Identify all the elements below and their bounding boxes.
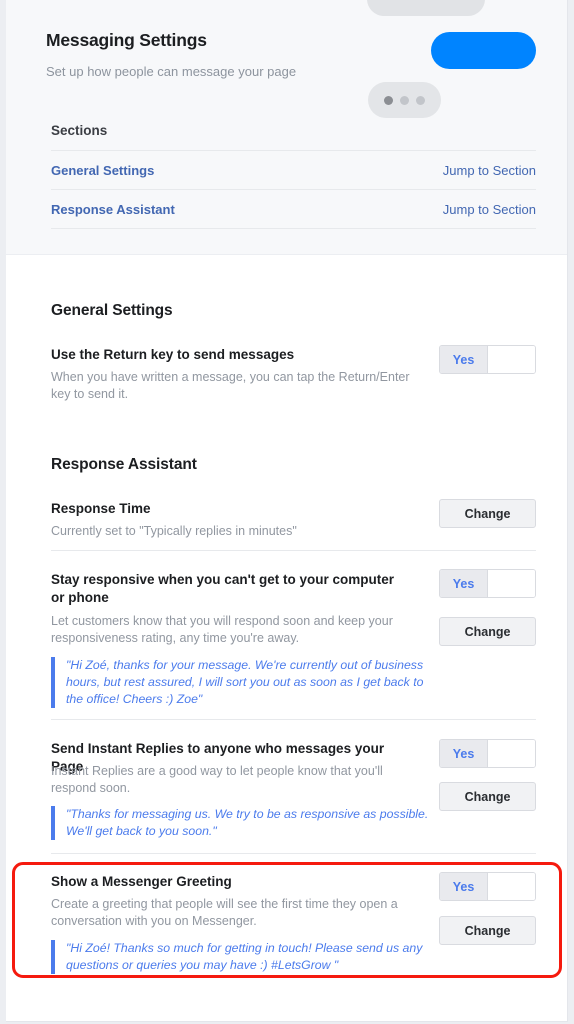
toggle-yes-label[interactable]: Yes bbox=[440, 873, 488, 900]
setting-title-response-time: Response Time bbox=[51, 501, 151, 516]
message-preview-messenger-greeting: "Hi Zoé! Thanks so much for getting in t… bbox=[51, 940, 431, 974]
dot-icon bbox=[384, 95, 393, 105]
page-subtitle: Set up how people can message your page bbox=[46, 64, 297, 79]
sections-label: Sections bbox=[51, 123, 108, 138]
sections-bottom-divider bbox=[51, 228, 536, 229]
sections-row-general-settings[interactable]: General Settings Jump to Section bbox=[51, 150, 536, 189]
toggle-return-key[interactable]: Yes bbox=[439, 345, 536, 374]
more-options-icon[interactable] bbox=[368, 82, 441, 118]
toggle-yes-label[interactable]: Yes bbox=[440, 740, 488, 767]
toggle-yes-label[interactable]: Yes bbox=[440, 346, 488, 373]
change-button-instant-replies[interactable]: Change bbox=[439, 782, 536, 811]
toggle-stay-responsive[interactable]: Yes bbox=[439, 569, 536, 598]
jump-to-section-link-general-settings[interactable]: Jump to Section bbox=[443, 163, 536, 178]
dot-icon bbox=[416, 95, 425, 105]
change-button-response-time[interactable]: Change bbox=[439, 499, 536, 528]
setting-description-instant-replies: Instant Replies are a good way to let pe… bbox=[51, 764, 383, 795]
page-header: Messaging Settings Set up how people can… bbox=[6, 0, 567, 255]
setting-description-stay-responsive: Let customers know that you will respond… bbox=[51, 614, 393, 645]
setting-description-messenger-greeting: Create a greeting that people will see t… bbox=[51, 897, 398, 928]
dot-icon bbox=[400, 95, 409, 105]
toggle-no-segment[interactable] bbox=[488, 740, 535, 767]
toggle-no-segment[interactable] bbox=[488, 570, 535, 597]
toggle-no-segment[interactable] bbox=[488, 873, 535, 900]
change-button-messenger-greeting[interactable]: Change bbox=[439, 916, 536, 945]
divider bbox=[51, 719, 536, 720]
change-button-stay-responsive[interactable]: Change bbox=[439, 617, 536, 646]
toggle-messenger-greeting[interactable]: Yes bbox=[439, 872, 536, 901]
page-root: Messaging Settings Set up how people can… bbox=[0, 0, 574, 1024]
divider bbox=[51, 853, 536, 854]
toggle-instant-replies[interactable]: Yes bbox=[439, 739, 536, 768]
message-preview-stay-responsive: "Hi Zoé, thanks for your message. We're … bbox=[51, 657, 431, 708]
toggle-yes-label[interactable]: Yes bbox=[440, 570, 488, 597]
setting-description-response-time: Currently set to "Typically replies in m… bbox=[51, 524, 297, 538]
toggle-no-segment[interactable] bbox=[488, 346, 535, 373]
group-heading-response-assistant: Response Assistant bbox=[51, 456, 197, 473]
sidebar-item-label-response-assistant[interactable]: Response Assistant bbox=[51, 202, 175, 217]
primary-action-pill-button[interactable] bbox=[431, 32, 536, 69]
setting-title-stay-responsive: Stay responsive when you can't get to yo… bbox=[51, 572, 395, 605]
group-heading-general-settings: General Settings bbox=[51, 302, 173, 319]
jump-to-section-link-response-assistant[interactable]: Jump to Section bbox=[443, 202, 536, 217]
message-preview-instant-replies: "Thanks for messaging us. We try to be a… bbox=[51, 806, 431, 840]
sidebar-item-label-general-settings[interactable]: General Settings bbox=[51, 163, 154, 178]
setting-title-messenger-greeting: Show a Messenger Greeting bbox=[51, 874, 232, 889]
skeleton-placeholder-pill bbox=[367, 0, 485, 16]
sections-row-response-assistant[interactable]: Response Assistant Jump to Section bbox=[51, 189, 536, 228]
setting-title-return-key: Use the Return key to send messages bbox=[51, 347, 295, 362]
divider bbox=[51, 550, 536, 551]
setting-description-return-key: When you have written a message, you can… bbox=[51, 370, 410, 401]
page-title: Messaging Settings bbox=[46, 30, 207, 50]
settings-card: Messaging Settings Set up how people can… bbox=[6, 0, 568, 1022]
